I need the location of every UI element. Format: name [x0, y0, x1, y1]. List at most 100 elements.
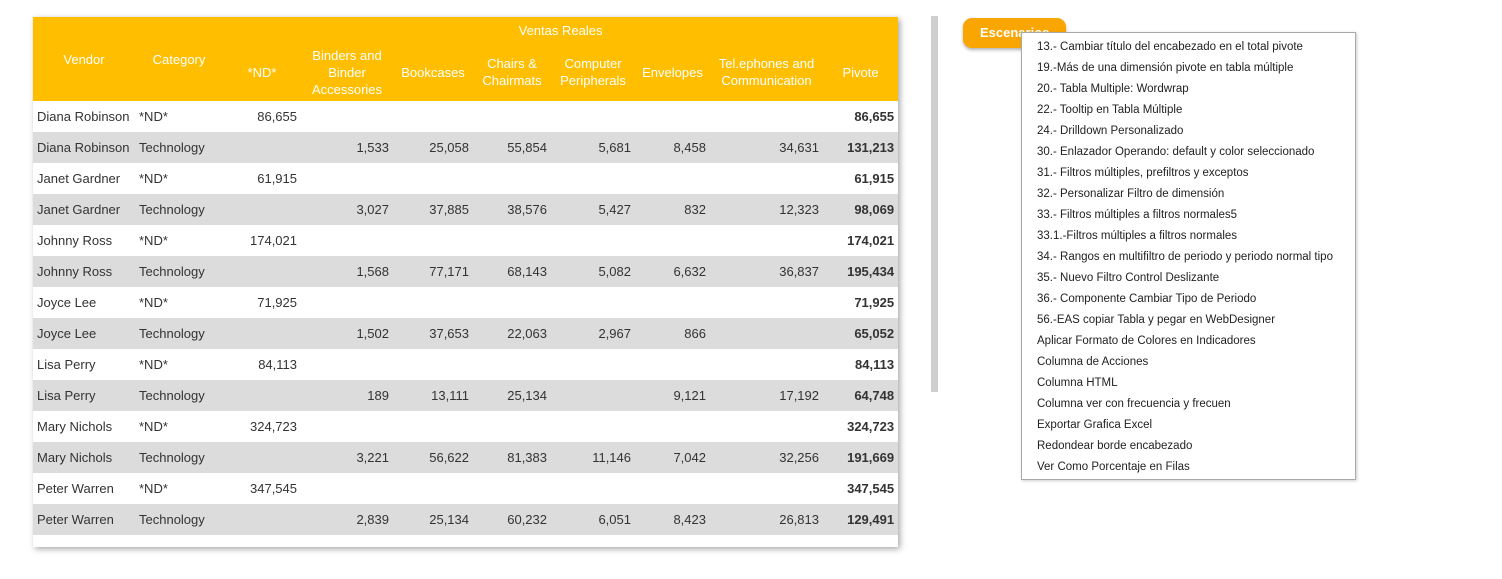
scenario-menu-item[interactable]: 13.- Cambiar título del encabezado en el…: [1022, 39, 1355, 60]
pivot-total-cell: 65,052: [823, 318, 898, 349]
value-cell: [635, 163, 710, 194]
column-header[interactable]: *ND*: [223, 43, 301, 101]
scenario-menu-item[interactable]: Ver Como Porcentaje en Filas: [1022, 459, 1355, 480]
table-row[interactable]: Diana Robinson Technology 1,533 25,058 55,85…: [33, 132, 898, 163]
table-row[interactable]: Peter Warren Technology 2,839 25,134 60,232 6…: [33, 504, 898, 535]
value-cell: 32,256: [710, 442, 823, 473]
table-row[interactable]: Lisa Perry *ND* 84,113 84,113: [33, 349, 898, 380]
column-header[interactable]: Binders and Binder Accessories: [301, 43, 393, 101]
value-cell: [551, 473, 635, 504]
column-header[interactable]: Tel.ephones and Communication: [710, 43, 823, 101]
value-cell: 5,427: [551, 194, 635, 225]
vendor-cell: Mary Nichols: [33, 411, 135, 442]
scenario-menu-item[interactable]: 31.- Filtros múltiples, prefiltros y exc…: [1022, 165, 1355, 186]
value-cell: 17,192: [710, 380, 823, 411]
scenario-menu-item[interactable]: 36.- Componente Cambiar Tipo de Periodo: [1022, 291, 1355, 312]
category-cell: Technology: [135, 380, 223, 411]
table-row[interactable]: Peter Warren *ND* 347,545 347,545: [33, 473, 898, 504]
column-header[interactable]: Envelopes: [635, 43, 710, 101]
table-row[interactable]: Janet Gardner Technology 3,027 37,885 38,576…: [33, 194, 898, 225]
scenario-menu-item[interactable]: 35.- Nuevo Filtro Control Deslizante: [1022, 270, 1355, 291]
value-cell: [710, 101, 823, 132]
table-row[interactable]: Johnny Ross Technology 1,568 77,171 68,143 5,…: [33, 256, 898, 287]
value-cell: [393, 287, 473, 318]
value-cell: [551, 411, 635, 442]
table-row[interactable]: Mary Nichols *ND* 324,723 324,723: [33, 411, 898, 442]
category-cell: *ND*: [135, 473, 223, 504]
table-row[interactable]: Joyce Lee *ND* 71,925 71,925: [33, 287, 898, 318]
vendor-cell: Joyce Lee: [33, 287, 135, 318]
table-row[interactable]: Mary Nichols Technology 3,221 56,622 81,383 1…: [33, 442, 898, 473]
value-cell: [473, 473, 551, 504]
scenario-menu-item[interactable]: Redondear borde encabezado: [1022, 438, 1355, 459]
value-cell: 2,839: [301, 504, 393, 535]
scenario-menu-item[interactable]: Columna HTML: [1022, 375, 1355, 396]
scenario-menu-item[interactable]: 34.- Rangos en multifiltro de periodo y …: [1022, 249, 1355, 270]
column-header[interactable]: Computer Peripherals: [551, 43, 635, 101]
pivot-total-cell: 191,669: [823, 442, 898, 473]
pivot-total-cell: 86,655: [823, 101, 898, 132]
value-cell: [635, 411, 710, 442]
scenario-menu-item[interactable]: 20.- Tabla Multiple: Wordwrap: [1022, 81, 1355, 102]
vendor-cell: Diana Robinson: [33, 101, 135, 132]
value-cell: [710, 349, 823, 380]
scenario-menu-item[interactable]: 32.- Personalizar Filtro de dimensión: [1022, 186, 1355, 207]
value-cell: [223, 132, 301, 163]
value-cell: 55,854: [473, 132, 551, 163]
table-row[interactable]: Diana Robinson *ND* 86,655 86,655: [33, 101, 898, 132]
value-cell: 71,925: [223, 287, 301, 318]
value-cell: 60,232: [473, 504, 551, 535]
value-cell: 13,111: [393, 380, 473, 411]
category-cell: *ND*: [135, 349, 223, 380]
scenario-menu-item[interactable]: 56.-EAS copiar Tabla y pegar en WebDesig…: [1022, 312, 1355, 333]
value-cell: 8,458: [635, 132, 710, 163]
scenario-menu-item[interactable]: Columna ver con frecuencia y frecuen: [1022, 396, 1355, 417]
table-row[interactable]: Lisa Perry Technology 189 13,111 25,134 9,121…: [33, 380, 898, 411]
column-header[interactable]: Bookcases: [393, 43, 473, 101]
scenario-menu-item[interactable]: 22.- Tooltip en Tabla Múltiple: [1022, 102, 1355, 123]
value-cell: 3,027: [301, 194, 393, 225]
scenario-menu-item[interactable]: Aplicar Formato de Colores en Indicadore…: [1022, 333, 1355, 354]
value-cell: 38,576: [473, 194, 551, 225]
value-cell: [301, 349, 393, 380]
value-cell: [393, 101, 473, 132]
value-cell: [393, 473, 473, 504]
vendor-cell: Peter Warren: [33, 504, 135, 535]
scenario-menu-item[interactable]: 19.-Más de una dimensión pivote en tabla…: [1022, 60, 1355, 81]
value-cell: [393, 349, 473, 380]
value-cell: 34,631: [710, 132, 823, 163]
value-cell: 37,653: [393, 318, 473, 349]
value-cell: 26,813: [710, 504, 823, 535]
value-cell: 36,837: [710, 256, 823, 287]
value-cell: 25,134: [473, 380, 551, 411]
scenario-menu-item[interactable]: Exportar Grafica Excel: [1022, 417, 1355, 438]
vendor-cell: Mary Nichols: [33, 442, 135, 473]
value-cell: 832: [635, 194, 710, 225]
value-cell: 2,967: [551, 318, 635, 349]
value-cell: 12,323: [710, 194, 823, 225]
value-cell: [223, 256, 301, 287]
table-row[interactable]: Joyce Lee Technology 1,502 37,653 22,063 2,96…: [33, 318, 898, 349]
scenario-menu-item[interactable]: 33.- Filtros múltiples a filtros normale…: [1022, 207, 1355, 228]
column-header[interactable]: Vendor: [33, 17, 135, 101]
table-row[interactable]: Janet Gardner *ND* 61,915 61,915: [33, 163, 898, 194]
column-header[interactable]: Category: [135, 17, 223, 101]
scenario-menu-item[interactable]: Columna de Acciones: [1022, 354, 1355, 375]
scenario-menu-item[interactable]: 33.1.-Filtros múltiples a filtros normal…: [1022, 228, 1355, 249]
pivot-total-cell: 84,113: [823, 349, 898, 380]
pivot-table: Vendor Category Ventas Reales *ND* Binde…: [33, 17, 898, 535]
value-cell: [473, 287, 551, 318]
vendor-cell: Lisa Perry: [33, 380, 135, 411]
value-cell: 25,058: [393, 132, 473, 163]
column-header[interactable]: Chairs & Chairmats: [473, 43, 551, 101]
scenario-menu-item[interactable]: 24.- Drilldown Personalizado: [1022, 123, 1355, 144]
value-cell: [473, 349, 551, 380]
value-cell: [223, 442, 301, 473]
value-cell: [551, 101, 635, 132]
value-cell: [551, 287, 635, 318]
value-cell: [223, 380, 301, 411]
column-header[interactable]: Pivote: [823, 43, 898, 101]
scenario-menu-item[interactable]: 30.- Enlazador Operando: default y color…: [1022, 144, 1355, 165]
value-cell: [223, 194, 301, 225]
table-row[interactable]: Johnny Ross *ND* 174,021 174,021: [33, 225, 898, 256]
